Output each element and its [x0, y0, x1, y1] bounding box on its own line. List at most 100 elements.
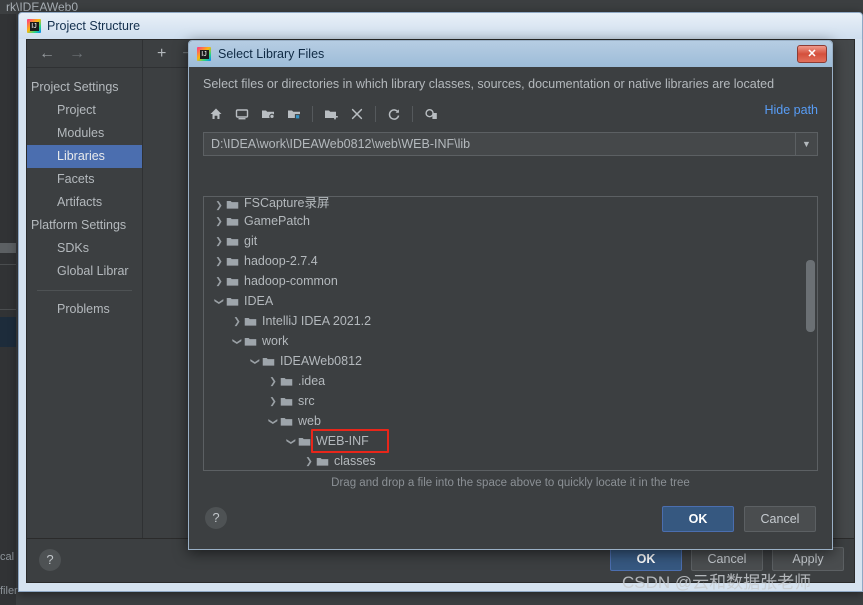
tree-node-work[interactable]: ❯ work [204, 331, 817, 351]
tree-node-idea[interactable]: ❯ .idea [204, 371, 817, 391]
ide-left-gutter [0, 14, 16, 605]
sidebar-item-sdks[interactable]: SDKs [27, 237, 142, 260]
file-tree-panel: ❯ FSCapture录屏 ❯ GamePatch ❯ git ❯ hadoop-2.7.4 ❯… [203, 196, 818, 471]
sidebar-group-project-settings: Project Settings [31, 80, 119, 94]
folder-icon [244, 335, 262, 348]
tree-node-hadoop-2-7-4[interactable]: ❯ hadoop-2.7.4 [204, 251, 817, 271]
folder-icon [316, 455, 334, 468]
sidebar-group-platform-settings: Platform Settings [31, 218, 127, 232]
toolbar-separator-1 [312, 106, 313, 122]
tree-node-hadoop-common[interactable]: ❯ hadoop-common [204, 271, 817, 291]
select-library-files-dialog: IJ Select Library Files ✕ Select files o… [188, 40, 833, 550]
sidebar-item-global-libraries[interactable]: Global Librar [27, 260, 142, 283]
sidebar-item-facets[interactable]: Facets [27, 168, 142, 191]
sidebar-item-libraries[interactable]: Libraries [27, 145, 142, 168]
chevron-right-icon[interactable]: ❯ [212, 236, 226, 247]
show-hidden-files-icon[interactable] [418, 102, 444, 126]
help-icon[interactable]: ? [205, 507, 227, 529]
chevron-down-icon[interactable]: ❯ [268, 414, 279, 428]
select-library-title: Select Library Files [218, 47, 325, 61]
tree-node-label: IDEAWeb0812 [280, 354, 362, 368]
chevron-down-icon[interactable]: ▼ [795, 133, 817, 155]
tree-node-web-inf[interactable]: ❯ WEB-INF [204, 431, 817, 451]
ide-bottom-text-1: cal [0, 551, 15, 563]
delete-icon[interactable] [344, 102, 370, 126]
add-library-button[interactable]: + [157, 45, 166, 62]
tree-node-fscapture[interactable]: ❯ FSCapture录屏 [204, 197, 817, 211]
sl-ok-button[interactable]: OK [662, 506, 734, 532]
tree-node-label: IntelliJ IDEA 2021.2 [262, 314, 372, 328]
select-library-titlebar[interactable]: IJ Select Library Files ✕ [189, 41, 832, 67]
tree-node-label: hadoop-2.7.4 [244, 254, 318, 268]
close-icon[interactable]: ✕ [797, 45, 827, 63]
intellij-logo-icon: IJ [197, 47, 211, 61]
watermark-text: CSDN @云和数据张老师 [622, 573, 812, 592]
folder-icon [280, 415, 298, 428]
help-icon[interactable]: ? [39, 549, 61, 571]
tree-node-src[interactable]: ❯ src [204, 391, 817, 411]
tree-node-label: web [298, 414, 321, 428]
desktop-icon[interactable] [229, 102, 255, 126]
new-folder-icon[interactable] [318, 102, 344, 126]
gutter-divider-1 [0, 264, 16, 265]
gutter-band-highlight [0, 317, 16, 347]
select-library-subtitle: Select files or directories in which lib… [203, 77, 775, 91]
project-structure-titlebar[interactable]: IJ Project Structure [19, 13, 862, 39]
sidebar-item-problems[interactable]: Problems [27, 298, 142, 321]
chevron-right-icon[interactable]: ❯ [302, 456, 316, 467]
path-combobox[interactable]: D:\IDEA\work\IDEAWeb0812\web\WEB-INF\lib… [203, 132, 818, 156]
chevron-down-icon[interactable]: ❯ [286, 434, 297, 448]
folder-icon [298, 435, 316, 448]
tree-node-classes[interactable]: ❯ classes [204, 451, 817, 470]
gutter-divider-2 [0, 309, 16, 310]
gutter-band-scroll [0, 243, 16, 253]
tree-node-label: src [298, 394, 315, 408]
tree-vertical-scrollbar-track[interactable] [806, 198, 816, 469]
chevron-right-icon[interactable]: ❯ [266, 376, 280, 387]
tree-node-gamepatch[interactable]: ❯ GamePatch [204, 211, 817, 231]
hide-path-link[interactable]: Hide path [764, 103, 818, 117]
refresh-icon[interactable] [381, 102, 407, 126]
chevron-down-icon[interactable]: ❯ [250, 354, 261, 368]
project-structure-sidebar: ← → Project Settings Project Modules Lib… [27, 40, 143, 538]
forward-arrow-icon[interactable]: → [69, 45, 85, 62]
tree-node-label: classes [334, 454, 376, 468]
intellij-logo-icon: IJ [27, 19, 41, 33]
toolbar-separator-2 [375, 106, 376, 122]
sidebar-nav-toolbar: ← → [27, 40, 142, 68]
project-structure-title: Project Structure [47, 19, 141, 33]
tree-node-git[interactable]: ❯ git [204, 231, 817, 251]
sidebar-item-modules[interactable]: Modules [27, 122, 142, 145]
sl-cancel-button[interactable]: Cancel [744, 506, 816, 532]
chevron-down-icon[interactable]: ❯ [232, 334, 243, 348]
toolbar-separator-3 [412, 106, 413, 122]
chevron-right-icon[interactable]: ❯ [212, 200, 226, 211]
tree-vertical-scrollbar-thumb[interactable] [806, 260, 815, 332]
chevron-right-icon[interactable]: ❯ [266, 396, 280, 407]
tree-node-web[interactable]: ❯ web [204, 411, 817, 431]
chevron-right-icon[interactable]: ❯ [212, 216, 226, 227]
project-folder-icon[interactable] [255, 102, 281, 126]
folder-icon [280, 395, 298, 408]
select-library-buttons: OK Cancel [662, 506, 816, 532]
tree-node-ideaweb0812[interactable]: ❯ IDEAWeb0812 [204, 351, 817, 371]
sidebar-item-project[interactable]: Project [27, 99, 142, 122]
back-arrow-icon[interactable]: ← [39, 45, 55, 62]
path-input[interactable]: D:\IDEA\work\IDEAWeb0812\web\WEB-INF\lib [204, 137, 795, 151]
chevron-down-icon[interactable]: ❯ [214, 294, 225, 308]
chevron-right-icon[interactable]: ❯ [212, 276, 226, 287]
home-icon[interactable] [203, 102, 229, 126]
tree-node-intellij-idea-2021-2[interactable]: ❯ IntelliJ IDEA 2021.2 [204, 311, 817, 331]
folder-icon [226, 235, 244, 248]
tree-node-label: WEB-INF [316, 434, 369, 448]
tree-node-label: hadoop-common [244, 274, 338, 288]
folder-icon [280, 375, 298, 388]
sidebar-item-artifacts[interactable]: Artifacts [27, 191, 142, 214]
chevron-right-icon[interactable]: ❯ [212, 256, 226, 267]
module-folder-icon[interactable] [281, 102, 307, 126]
tree-node-idea[interactable]: ❯ IDEA [204, 291, 817, 311]
file-chooser-toolbar: Hide path [203, 99, 818, 129]
chevron-right-icon[interactable]: ❯ [230, 316, 244, 327]
sidebar-divider [37, 290, 132, 291]
file-tree[interactable]: ❯ FSCapture录屏 ❯ GamePatch ❯ git ❯ hadoop-2.7.4 ❯… [204, 197, 817, 470]
